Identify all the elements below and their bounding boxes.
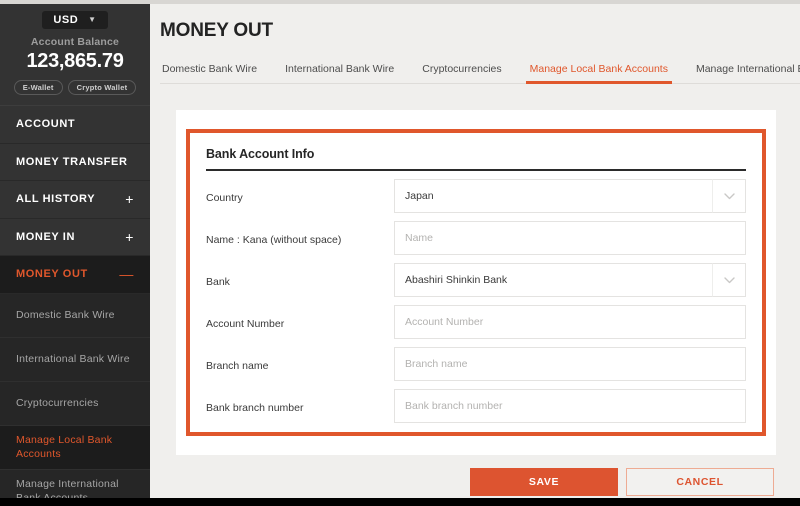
field-wrap-name-kana-without-space: [394, 221, 746, 255]
sidebar-item-label: Domestic Bank Wire: [16, 308, 115, 321]
app-root: USD ▼ Account Balance 123,865.79 E-Walle…: [0, 0, 800, 506]
sidebar-item-international-bank-wire[interactable]: International Bank Wire: [0, 337, 150, 382]
account-balance-panel: USD ▼ Account Balance 123,865.79 E-Walle…: [0, 4, 150, 106]
label-account-number: Account Number: [206, 318, 285, 330]
sidebar-group-label: MONEY OUT: [16, 268, 88, 281]
wallet-chips: E-Wallet Crypto Wallet: [0, 80, 150, 95]
balance-amount: 123,865.79: [26, 50, 124, 72]
sidebar: USD ▼ Account Balance 123,865.79 E-Walle…: [0, 4, 150, 498]
currency-label: USD: [53, 14, 79, 26]
sidebar-group-label: MONEY IN: [16, 230, 75, 243]
save-button[interactable]: SAVE: [470, 468, 618, 496]
chevron-down-icon[interactable]: [712, 179, 746, 213]
form-actions: SAVE CANCEL: [470, 468, 774, 496]
sidebar-group-label: ALL HISTORY: [16, 193, 96, 206]
sidebar-group-money-transfer[interactable]: MONEY TRANSFER: [0, 143, 150, 181]
crypto-wallet-button[interactable]: Crypto Wallet: [67, 80, 137, 95]
tab-label: Manage International Bank Accounts: [695, 63, 800, 75]
select-bank[interactable]: Abashiri Shinkin Bank: [394, 263, 746, 297]
sidebar-item-label: Manage International Bank Accounts: [16, 477, 119, 498]
field-wrap-country: Japan: [394, 179, 746, 213]
label-branch-name: Branch name: [206, 360, 269, 372]
sidebar-group-label: MONEY TRANSFER: [16, 155, 128, 168]
tab-manage-local-bank-accounts[interactable]: Manage Local Bank Accounts: [516, 63, 682, 84]
sidebar-item-label: International Bank Wire: [16, 352, 130, 365]
tab-international-bank-wire[interactable]: International Bank Wire: [271, 63, 408, 83]
label-name-kana-without-space: Name : Kana (without space): [206, 234, 342, 246]
chevron-down-icon[interactable]: [712, 263, 746, 297]
bank-account-form: Country Japan Name : Kana (without space) B…: [206, 179, 746, 431]
tab-label: International Bank Wire: [285, 63, 395, 75]
sidebar-group-account[interactable]: ACCOUNT: [0, 106, 150, 144]
tab-label: Cryptocurrencies: [422, 63, 502, 75]
bottom-bar: [0, 498, 800, 506]
section-title: Bank Account Info: [206, 147, 315, 161]
field-wrap-branch-name: [394, 347, 746, 381]
content-card: Bank Account Info Country Japan Name : Kan…: [176, 110, 776, 455]
label-bank: Bank: [206, 276, 230, 288]
collapse-minus-icon: —: [119, 266, 134, 283]
tab-label: Domestic Bank Wire: [162, 63, 258, 75]
page-title: MONEY OUT: [160, 20, 273, 41]
sidebar-group-all-history[interactable]: ALL HISTORY +: [0, 181, 150, 219]
chevron-down-icon: ▼: [88, 15, 97, 24]
input-account-number[interactable]: [394, 305, 746, 339]
sidebar-item-label: Manage Local Bank Accounts: [16, 433, 113, 460]
tab-manage-international-bank-accounts[interactable]: Manage International Bank Accounts: [682, 63, 800, 83]
input-bank-branch-number[interactable]: [394, 389, 746, 423]
sidebar-item-domestic-bank-wire[interactable]: Domestic Bank Wire: [0, 293, 150, 338]
form-row-name-kana-without-space: Name : Kana (without space): [206, 221, 746, 263]
tab-label: Manage Local Bank Accounts: [529, 63, 668, 75]
form-row-bank: Bank Abashiri Shinkin Bank: [206, 263, 746, 305]
select-country[interactable]: Japan: [394, 179, 746, 213]
form-row-branch-name: Branch name: [206, 347, 746, 389]
balance-label: Account Balance: [30, 36, 120, 48]
sidebar-group-money-in[interactable]: MONEY IN +: [0, 218, 150, 256]
sidebar-group-label: ACCOUNT: [16, 118, 76, 131]
bank-account-info-box: Bank Account Info Country Japan Name : Kan…: [186, 129, 766, 436]
field-wrap-bank-branch-number: [394, 389, 746, 423]
form-row-country: Country Japan: [206, 179, 746, 221]
expand-plus-icon: +: [125, 191, 134, 208]
sidebar-item-label: Cryptocurrencies: [16, 396, 99, 409]
field-wrap-bank: Abashiri Shinkin Bank: [394, 263, 746, 297]
sidebar-item-manage-international-bank-accounts[interactable]: Manage International Bank Accounts: [0, 469, 150, 498]
form-row-account-number: Account Number: [206, 305, 746, 347]
label-bank-branch-number: Bank branch number: [206, 402, 304, 414]
input-name-kana-without-space[interactable]: [394, 221, 746, 255]
sidebar-group-money-out[interactable]: MONEY OUT —: [0, 256, 150, 294]
sidebar-nav: ACCOUNT MONEY TRANSFER ALL HISTORY + MONEY I…: [0, 106, 150, 498]
section-divider: [206, 169, 746, 171]
label-country: Country: [206, 192, 243, 204]
expand-plus-icon: +: [125, 228, 134, 245]
input-branch-name[interactable]: [394, 347, 746, 381]
field-wrap-account-number: [394, 305, 746, 339]
sidebar-item-cryptocurrencies[interactable]: Cryptocurrencies: [0, 381, 150, 426]
tab-bar: Domestic Bank Wire International Bank Wir…: [160, 56, 800, 84]
tab-cryptocurrencies[interactable]: Cryptocurrencies: [408, 63, 515, 83]
cancel-button[interactable]: CANCEL: [626, 468, 774, 496]
currency-selector[interactable]: USD ▼: [42, 11, 108, 29]
e-wallet-button[interactable]: E-Wallet: [13, 80, 63, 95]
sidebar-item-manage-local-bank-accounts[interactable]: Manage Local Bank Accounts: [0, 425, 150, 470]
form-row-bank-branch-number: Bank branch number: [206, 389, 746, 431]
tab-domestic-bank-wire[interactable]: Domestic Bank Wire: [160, 63, 271, 83]
main-content: MONEY OUT Domestic Bank Wire Internationa…: [150, 4, 800, 498]
